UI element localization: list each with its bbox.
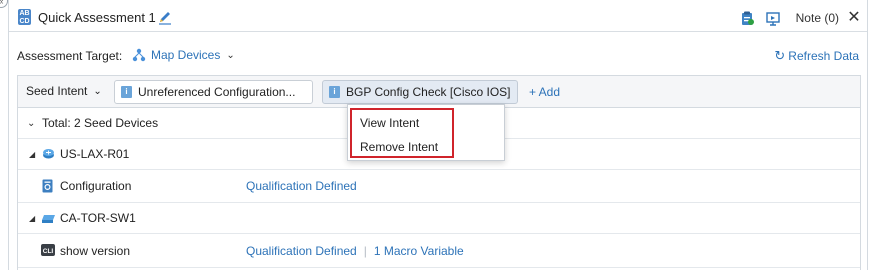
seed-intent-dropdown[interactable]: Seed Intent ⌄: [26, 84, 102, 98]
refresh-icon: ↻: [774, 48, 786, 63]
device-row-ca-tor-sw1[interactable]: ◢ CA-TOR-SW1: [18, 203, 860, 234]
qualification-link[interactable]: Qualification Defined: [246, 179, 357, 193]
window-title: Quick Assessment 1: [38, 10, 156, 25]
assessment-target-row: Assessment Target: Map Devices ⌄ ↻ Refre…: [9, 44, 867, 68]
switch-icon: [41, 213, 56, 227]
pencil-icon[interactable]: [157, 9, 173, 25]
intent-chip-label: BGP Config Check [Cisco IOS]: [346, 85, 511, 99]
remove-intent-menu-item[interactable]: Remove Intent: [360, 140, 438, 154]
expand-caret-icon: ◢: [29, 149, 36, 159]
intent-badge-icon: i: [329, 86, 340, 98]
intent-chip-label: Unreferenced Configuration...: [138, 85, 296, 99]
configuration-icon: [42, 179, 53, 196]
qualification-link[interactable]: Qualification Defined: [246, 244, 357, 258]
titlebar-actions: Note (0) ✕: [730, 8, 861, 28]
intent-item-row[interactable]: CLI show version Qualification Defined |…: [18, 234, 860, 268]
add-intent-link[interactable]: + Add: [529, 85, 560, 99]
device-name: US-LAX-R01: [60, 147, 130, 161]
intent-badge-icon: i: [121, 86, 132, 98]
map-devices-dropdown[interactable]: Map Devices ⌄: [132, 48, 235, 62]
chevron-down-icon: ⌄: [27, 117, 36, 129]
titlebar: AB CD Quick Assessment 1 Note (0) ✕: [9, 4, 867, 32]
intent-chip-unreferenced[interactable]: i Unreferenced Configuration...: [114, 80, 313, 104]
intent-chip-bgp[interactable]: i BGP Config Check [Cisco IOS]: [322, 80, 518, 104]
svg-text:CLI: CLI: [43, 248, 54, 255]
chevron-down-icon: ⌄: [93, 85, 102, 97]
refresh-data-button[interactable]: ↻ Refresh Data: [774, 49, 859, 63]
qualification-cell: Qualification Defined: [246, 179, 357, 193]
close-icon[interactable]: ✕: [847, 10, 861, 26]
chevron-down-icon: ⌄: [226, 49, 235, 61]
macro-variable-link[interactable]: 1 Macro Variable: [374, 244, 464, 258]
assessment-target-label: Assessment Target:: [17, 49, 123, 63]
intent-context-menu: View Intent Remove Intent: [347, 104, 505, 161]
item-name: show version: [60, 243, 131, 258]
divider: |: [363, 243, 367, 258]
expand-caret-icon: ◢: [29, 213, 36, 223]
note-button[interactable]: Note (0): [796, 11, 839, 25]
item-name: Configuration: [60, 179, 132, 193]
device-name: CA-TOR-SW1: [60, 211, 136, 225]
qualification-cell: Qualification Defined | 1 Macro Variable: [246, 244, 464, 258]
present-icon[interactable]: [764, 9, 782, 27]
map-devices-icon: [132, 48, 146, 62]
total-label: Total: 2 Seed Devices: [42, 116, 159, 130]
refresh-data-label: Refresh Data: [788, 49, 859, 63]
assessment-app-icon: AB CD: [18, 9, 31, 25]
cli-icon: CLI: [41, 244, 55, 259]
intent-item-row[interactable]: Configuration Qualification Defined: [18, 170, 860, 203]
router-icon: [42, 147, 55, 163]
seed-intent-label: Seed Intent: [26, 84, 88, 98]
clipboard-icon[interactable]: [738, 9, 756, 27]
map-devices-label: Map Devices: [151, 48, 221, 62]
view-intent-menu-item[interactable]: View Intent: [360, 116, 419, 130]
collapse-handle-icon[interactable]: «: [0, 0, 8, 8]
